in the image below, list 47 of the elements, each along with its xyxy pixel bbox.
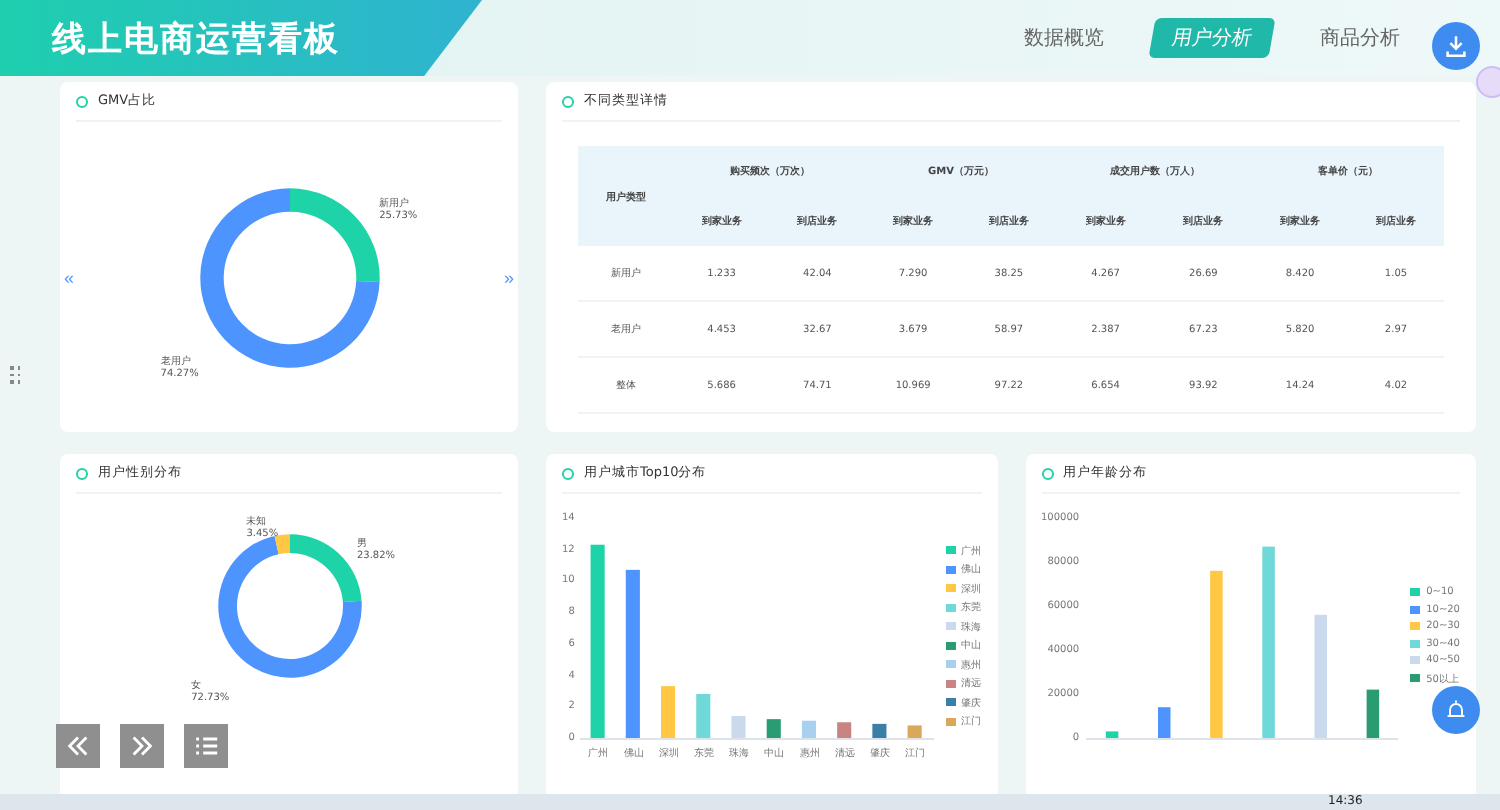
legend-swatch <box>945 679 955 688</box>
legend-swatch <box>1410 605 1421 614</box>
legend-swatch <box>1410 588 1421 597</box>
alarm-light-icon <box>1444 698 1468 722</box>
ring-icon <box>562 95 574 107</box>
bar <box>873 723 888 738</box>
previous-button[interactable]: « <box>64 267 75 287</box>
legend-swatch <box>945 698 955 707</box>
ring-icon <box>76 467 88 479</box>
bar <box>697 694 712 738</box>
ring-icon <box>76 95 88 107</box>
legend-swatch <box>945 641 955 650</box>
list-icon <box>192 732 220 760</box>
bar <box>767 719 782 738</box>
bar <box>1105 731 1118 738</box>
legend-swatch <box>945 660 955 669</box>
rewind-button[interactable] <box>56 724 100 768</box>
double-chevron-right-icon <box>128 732 156 760</box>
forward-button[interactable] <box>120 724 164 768</box>
list-button[interactable] <box>184 724 228 768</box>
legend-swatch <box>945 717 955 726</box>
dashboard-title: 线上电商运营看板 <box>52 17 340 61</box>
legend-swatch <box>945 603 955 612</box>
legend-swatch <box>945 584 955 593</box>
bar <box>802 720 817 738</box>
bar <box>1157 707 1170 738</box>
nav-tab[interactable]: 商品分析 <box>1300 18 1420 58</box>
nav-tab[interactable]: 数据概览 <box>1004 18 1124 58</box>
bar <box>837 722 852 738</box>
next-button[interactable]: » <box>503 267 514 287</box>
legend-swatch <box>1410 656 1421 665</box>
legend-swatch <box>945 546 955 555</box>
bar <box>732 716 747 738</box>
ring-icon <box>1041 467 1053 479</box>
legend-swatch <box>1410 622 1421 631</box>
nav-tab[interactable]: 用户分析 <box>1148 18 1276 58</box>
bar <box>661 686 676 738</box>
double-chevron-left-icon <box>64 732 92 760</box>
legend-swatch <box>945 565 955 574</box>
bar <box>1313 614 1327 738</box>
download-icon <box>1442 32 1470 60</box>
legend-swatch <box>945 622 955 631</box>
bar <box>908 725 923 738</box>
legend-swatch <box>1410 674 1421 683</box>
legend-swatch <box>1410 639 1421 648</box>
ring-icon <box>562 467 574 479</box>
bar <box>1365 689 1379 738</box>
